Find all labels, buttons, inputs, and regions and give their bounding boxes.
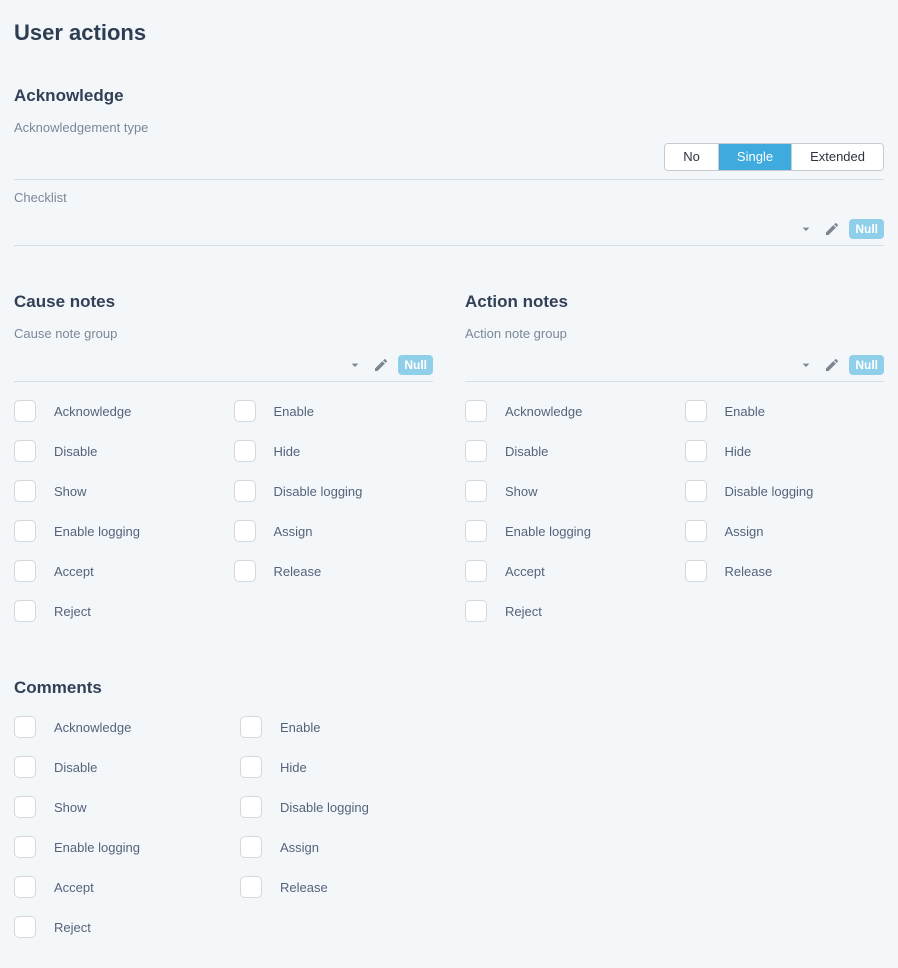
action-check-release[interactable] — [685, 560, 707, 582]
ack-checklist-label: Checklist — [14, 190, 884, 205]
action-check-acknowledge[interactable] — [465, 400, 487, 422]
check-label: Release — [725, 564, 773, 579]
check-label: Acknowledge — [54, 720, 131, 735]
check-label: Assign — [280, 840, 319, 855]
page-title: User actions — [14, 20, 884, 46]
cause-check-assign[interactable] — [234, 520, 256, 542]
chevron-down-icon[interactable] — [797, 356, 815, 374]
check-label: Enable — [725, 404, 765, 419]
comments-check-acknowledge[interactable] — [14, 716, 36, 738]
action-check-show[interactable] — [465, 480, 487, 502]
check-label: Enable — [274, 404, 314, 419]
check-label: Show — [54, 484, 87, 499]
null-badge[interactable]: Null — [849, 355, 884, 375]
ack-type-label: Acknowledgement type — [14, 120, 884, 135]
check-label: Reject — [54, 920, 91, 935]
action-check-accept[interactable] — [465, 560, 487, 582]
action-check-enable-logging[interactable] — [465, 520, 487, 542]
ack-type-extended[interactable]: Extended — [791, 144, 883, 170]
pencil-icon[interactable] — [823, 220, 841, 238]
comments-check-reject[interactable] — [14, 916, 36, 938]
check-label: Show — [505, 484, 538, 499]
cause-group-label: Cause note group — [14, 326, 433, 341]
check-label: Disable logging — [725, 484, 814, 499]
check-label: Enable logging — [505, 524, 591, 539]
action-check-reject[interactable] — [465, 600, 487, 622]
chevron-down-icon[interactable] — [346, 356, 364, 374]
check-label: Assign — [274, 524, 313, 539]
cause-check-accept[interactable] — [14, 560, 36, 582]
check-label: Reject — [54, 604, 91, 619]
null-badge[interactable]: Null — [849, 219, 884, 239]
comments-check-hide[interactable] — [240, 756, 262, 778]
cause-check-reject[interactable] — [14, 600, 36, 622]
comments-check-disable[interactable] — [14, 756, 36, 778]
check-label: Disable logging — [280, 800, 369, 815]
pencil-icon[interactable] — [823, 356, 841, 374]
cause-check-disable[interactable] — [14, 440, 36, 462]
comments-check-enable[interactable] — [240, 716, 262, 738]
check-label: Enable — [280, 720, 320, 735]
check-label: Assign — [725, 524, 764, 539]
comments-check-show[interactable] — [14, 796, 36, 818]
cause-check-release[interactable] — [234, 560, 256, 582]
check-label: Disable logging — [274, 484, 363, 499]
check-label: Accept — [54, 564, 94, 579]
cause-check-hide[interactable] — [234, 440, 256, 462]
cause-notes-section: Cause notes Cause note group Null Acknow… — [14, 286, 433, 622]
check-label: Acknowledge — [54, 404, 131, 419]
section-cause-title: Cause notes — [14, 292, 433, 312]
cause-check-enable[interactable] — [234, 400, 256, 422]
section-action-title: Action notes — [465, 292, 884, 312]
action-check-assign[interactable] — [685, 520, 707, 542]
ack-checklist-row: Null — [14, 213, 884, 246]
cause-group-row: Null — [14, 349, 433, 382]
check-label: Accept — [505, 564, 545, 579]
action-check-disable-logging[interactable] — [685, 480, 707, 502]
check-label: Reject — [505, 604, 542, 619]
check-label: Hide — [280, 760, 307, 775]
check-label: Acknowledge — [505, 404, 582, 419]
cause-check-acknowledge[interactable] — [14, 400, 36, 422]
check-label: Show — [54, 800, 87, 815]
action-group-row: Null — [465, 349, 884, 382]
ack-type-segmented: No Single Extended — [664, 143, 884, 171]
action-group-label: Action note group — [465, 326, 884, 341]
ack-type-no[interactable]: No — [665, 144, 718, 170]
check-label: Release — [274, 564, 322, 579]
pencil-icon[interactable] — [372, 356, 390, 374]
check-label: Disable — [54, 444, 97, 459]
ack-type-single[interactable]: Single — [718, 144, 791, 170]
check-label: Accept — [54, 880, 94, 895]
check-label: Release — [280, 880, 328, 895]
comments-check-disable-logging[interactable] — [240, 796, 262, 818]
comments-check-accept[interactable] — [14, 876, 36, 898]
check-label: Enable logging — [54, 840, 140, 855]
comments-check-enable-logging[interactable] — [14, 836, 36, 858]
check-label: Disable — [505, 444, 548, 459]
check-label: Hide — [725, 444, 752, 459]
action-check-disable[interactable] — [465, 440, 487, 462]
chevron-down-icon[interactable] — [797, 220, 815, 238]
null-badge[interactable]: Null — [398, 355, 433, 375]
cause-check-enable-logging[interactable] — [14, 520, 36, 542]
cause-check-show[interactable] — [14, 480, 36, 502]
comments-check-release[interactable] — [240, 876, 262, 898]
action-notes-section: Action notes Action note group Null Ackn… — [465, 286, 884, 622]
section-comments-title: Comments — [14, 678, 884, 698]
check-label: Hide — [274, 444, 301, 459]
cause-check-disable-logging[interactable] — [234, 480, 256, 502]
check-label: Disable — [54, 760, 97, 775]
check-label: Enable logging — [54, 524, 140, 539]
comments-check-assign[interactable] — [240, 836, 262, 858]
action-check-hide[interactable] — [685, 440, 707, 462]
section-acknowledge-title: Acknowledge — [14, 86, 884, 106]
action-check-enable[interactable] — [685, 400, 707, 422]
